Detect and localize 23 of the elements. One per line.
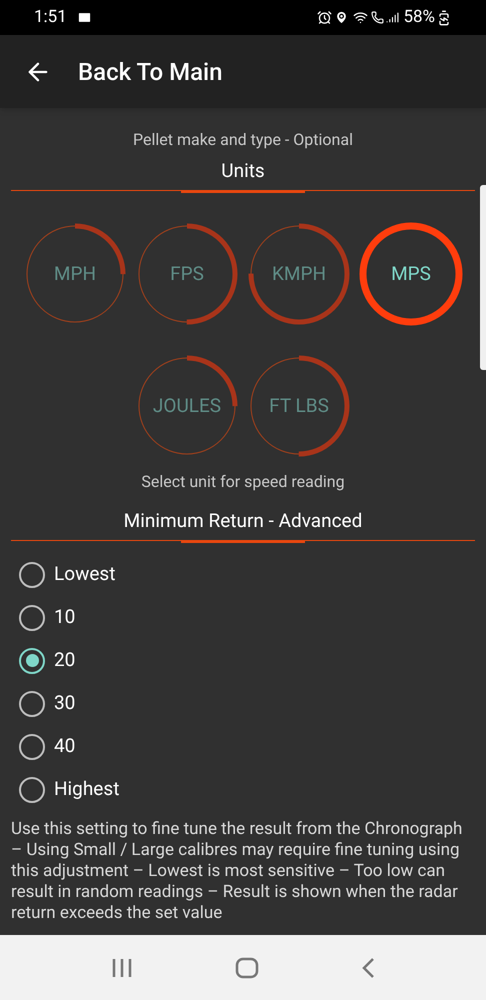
recent-apps-icon[interactable] bbox=[111, 958, 133, 978]
units-caption: Select unit for speed reading bbox=[141, 471, 345, 493]
radio-option[interactable]: 20 bbox=[19, 639, 467, 682]
radio-option[interactable]: Lowest bbox=[19, 553, 467, 596]
call-icon bbox=[371, 11, 384, 24]
wifi-icon bbox=[353, 10, 368, 25]
section-heading: Units bbox=[221, 158, 265, 184]
back-nav-icon[interactable] bbox=[361, 956, 375, 978]
unit-dial[interactable]: MPS bbox=[359, 222, 463, 326]
radio-option[interactable]: 30 bbox=[19, 682, 467, 725]
description-text: Use this setting to fine tune the result from the Chronograph – Using Small / Large calibres may require fine tuning using this adjustment – Lowest is most sensitive – Too low can result in random readings – Result is shown when the radar return exceeds the set value bbox=[10, 819, 464, 924]
radio-option[interactable]: Highest bbox=[19, 768, 467, 811]
radio-option[interactable]: 40 bbox=[19, 725, 467, 768]
battery-percent: 58% bbox=[403, 6, 435, 29]
status-time: 1:51 bbox=[34, 6, 67, 29]
signal-icon bbox=[386, 11, 400, 24]
pellet-caption: Pellet make and type - Optional bbox=[133, 129, 353, 151]
alarm-icon bbox=[317, 10, 332, 25]
section-heading: Minimum Return - Advanced bbox=[124, 508, 362, 534]
app-bar-title: Back To Main bbox=[78, 56, 223, 88]
home-icon[interactable] bbox=[235, 956, 259, 978]
radio-option[interactable]: 10 bbox=[19, 596, 467, 639]
unit-dial[interactable]: KMPH bbox=[247, 222, 351, 326]
